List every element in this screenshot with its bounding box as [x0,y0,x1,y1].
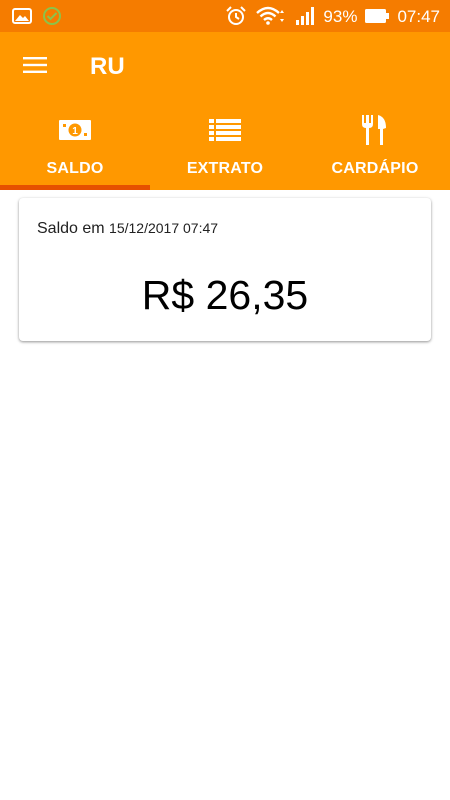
battery-icon [365,9,390,23]
battery-percent: 93% [323,6,358,26]
check-circle-icon [42,6,62,26]
balance-date-line: Saldo em 15/12/2017 07:47 [37,220,218,238]
fork-knife-icon [361,114,389,146]
list-icon [209,114,241,146]
app-title: RU [90,53,125,80]
hamburger-menu-icon [23,56,47,79]
status-bar-right: 93% 07:47 [217,5,440,27]
money-bill-icon: 1 [59,114,91,146]
balance-amount: R$ 26,35 [141,272,309,318]
tab-saldo[interactable]: 1 SALDO [0,102,150,190]
gallery-icon [12,8,32,24]
balance-card: Saldo em 15/12/2017 07:47 R$ 26,35 [19,198,431,341]
tab-extrato[interactable]: EXTRATO [150,102,300,190]
svg-text:1: 1 [72,126,78,137]
tab-selected-indicator [0,185,150,190]
alarm-icon [225,5,247,27]
tab-bar: 1 SALDO EXTRATO CARDÁPIO [0,102,450,190]
app-bar: RU [0,32,450,102]
balance-date: 15/12/2017 07:47 [109,220,219,236]
status-time: 07:47 [397,6,440,26]
tab-saldo-label: SALDO [46,160,104,177]
tab-cardapio-label: CARDÁPIO [331,160,419,177]
balance-label: Saldo em [37,220,105,237]
wifi-icon [255,6,287,26]
menu-button[interactable] [22,54,48,80]
tab-extrato-label: EXTRATO [186,160,264,177]
tab-cardapio[interactable]: CARDÁPIO [300,102,450,190]
status-bar: 93% 07:47 [0,0,450,32]
signal-icon [295,6,315,26]
status-bar-left [12,6,72,26]
